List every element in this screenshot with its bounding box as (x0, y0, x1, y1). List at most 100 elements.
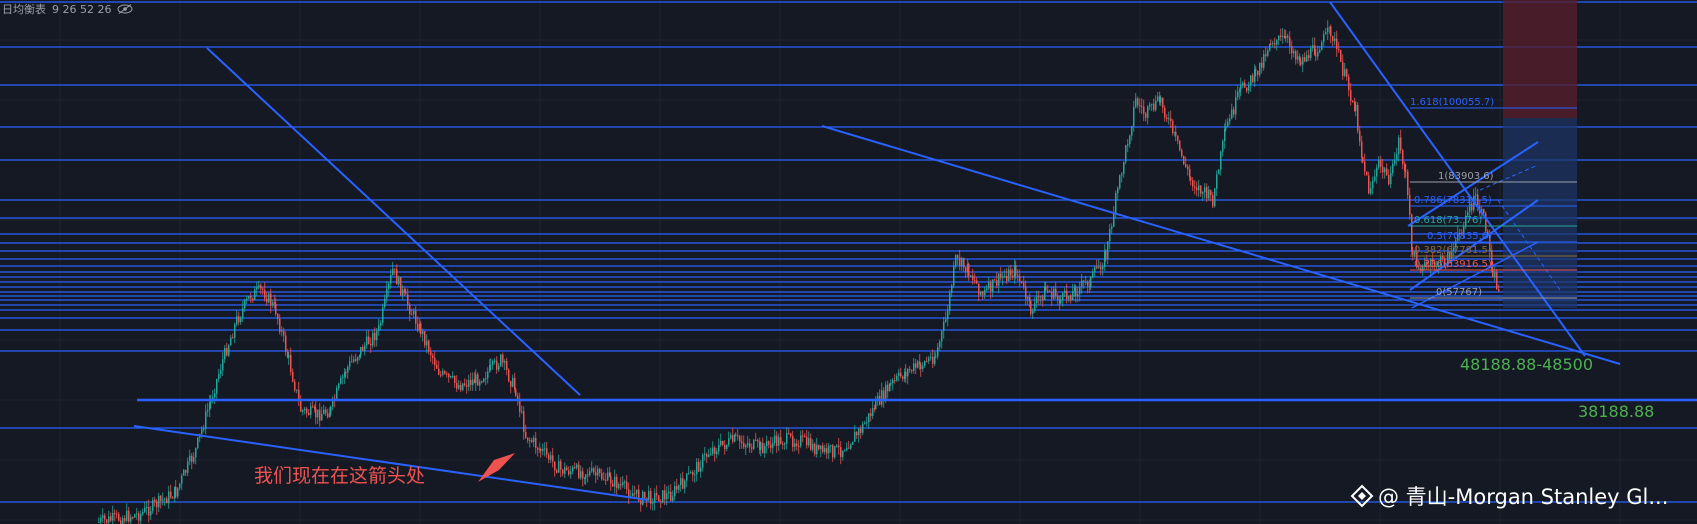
candle-body (1045, 286, 1047, 291)
candle-body (256, 287, 258, 290)
candle-body (521, 411, 523, 413)
candle-body (1317, 52, 1319, 57)
candle-body (917, 361, 919, 368)
fib-level-label: 1(83903.6) (1438, 171, 1494, 182)
candle-body (1137, 98, 1139, 106)
candle-body (1235, 97, 1237, 115)
candle-body (156, 501, 158, 508)
candle-body (1278, 35, 1280, 41)
candle-body (300, 399, 302, 412)
candle-body (394, 268, 396, 270)
candle-body (1179, 140, 1181, 150)
candle-body (336, 388, 338, 400)
candle-body (372, 332, 374, 346)
candle-body (218, 374, 220, 380)
candle-body (589, 471, 591, 476)
candle-body (531, 440, 533, 442)
candle-body (1346, 69, 1348, 77)
candle-body (250, 296, 252, 299)
candle-body (595, 472, 597, 476)
candle-body (900, 372, 902, 377)
candle-body (566, 467, 568, 471)
candle-body (1359, 130, 1361, 142)
candle-body (275, 303, 277, 315)
candle-body (340, 377, 342, 384)
candle-body (994, 279, 996, 281)
candle-body (209, 402, 211, 410)
candle-body (172, 497, 174, 499)
candle-body (246, 298, 248, 300)
watermark: @ 青山-Morgan Stanley Gl... (1350, 484, 1668, 509)
candle-body (934, 356, 936, 364)
candle-body (1254, 69, 1256, 83)
candle-body (306, 408, 308, 413)
candle-body (132, 517, 134, 519)
candle-body (312, 406, 314, 408)
candle-body (1117, 188, 1119, 194)
candle-body (753, 439, 755, 449)
candle-body (1096, 267, 1098, 269)
candle-body (450, 376, 452, 378)
candle-body (694, 474, 696, 476)
candle-body (840, 447, 842, 457)
candle-body (426, 340, 428, 346)
candle-body (690, 472, 692, 474)
candle-body (1289, 37, 1291, 47)
candle-body (1362, 156, 1364, 162)
candle-body (523, 411, 525, 433)
candle-body (1314, 45, 1316, 56)
candle-body (755, 439, 757, 441)
candle-body (889, 383, 891, 392)
candle-body (614, 476, 616, 487)
candle-body (913, 363, 915, 371)
candle-body (366, 336, 368, 346)
candle-body (800, 435, 802, 447)
candle-body (735, 434, 737, 436)
candle-body (1068, 295, 1070, 300)
candle-body (1378, 159, 1380, 168)
candle-body (384, 298, 386, 308)
candle-body (1372, 180, 1374, 189)
candle-body (442, 371, 444, 375)
candle-body (1274, 43, 1276, 45)
candle-body (144, 507, 146, 513)
fib-level-label: 0.5(70835.6) (1427, 231, 1492, 242)
binance-logo-icon (1350, 484, 1374, 508)
candle-body (1057, 296, 1059, 300)
candle-body (102, 515, 104, 519)
candle-body (947, 310, 949, 320)
candle-body (1206, 187, 1208, 199)
candle-body (774, 435, 776, 443)
candle-body (158, 495, 160, 508)
candle-body (504, 361, 506, 363)
candle-body (662, 490, 664, 503)
candle-body (1344, 69, 1346, 76)
candle-body (1261, 62, 1263, 68)
candle-body (1265, 54, 1267, 56)
candle-body (739, 436, 741, 442)
candle-body (460, 385, 462, 391)
candle-body (1032, 310, 1034, 314)
candle-body (666, 493, 668, 500)
price-chart[interactable]: 1.618(100055.7) 1(83903.6) 0.786(78311.5) 0… (0, 0, 1697, 524)
candle-body (277, 314, 279, 319)
candle-body (1263, 54, 1265, 68)
candle-body (1384, 168, 1386, 173)
candle-body (402, 289, 404, 296)
candle-body (364, 345, 366, 351)
candle-body (281, 330, 283, 332)
candle-body (926, 361, 928, 363)
candle-body (1368, 175, 1370, 194)
candle-body (1357, 104, 1359, 131)
candle-body (440, 374, 442, 376)
candle-body (272, 302, 274, 306)
candle-body (349, 361, 351, 367)
candle-body (1149, 104, 1151, 107)
candle-body (285, 335, 287, 352)
candle-body (456, 382, 458, 389)
candle-body (722, 440, 724, 445)
candle-body (924, 361, 926, 366)
candle-body (357, 357, 359, 361)
candle-body (544, 448, 546, 450)
candle-body (593, 468, 595, 473)
